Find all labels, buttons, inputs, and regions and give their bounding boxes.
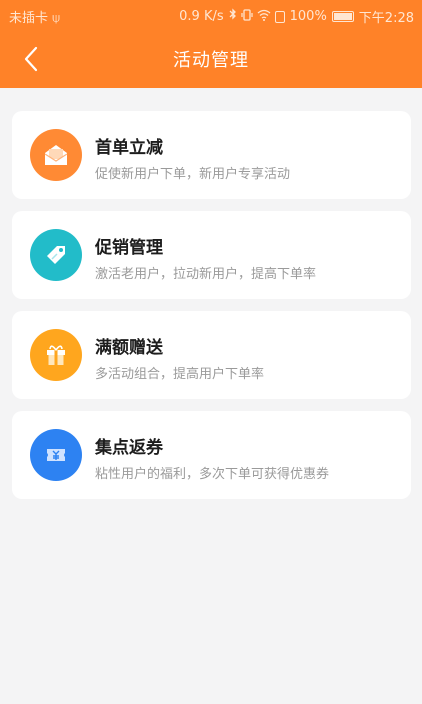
activity-card-promotion[interactable]: 促销管理 激活老用户，拉动新用户，提高下单率	[12, 211, 411, 299]
activity-desc: 粘性用户的福利，多次下单可获得优惠券	[95, 467, 330, 482]
activity-icon-badge	[30, 329, 82, 381]
nav-bar: 活动管理	[0, 30, 422, 88]
battery-icon	[331, 11, 354, 22]
battery-fill	[333, 13, 352, 20]
sim-icon	[274, 10, 285, 23]
status-icons	[229, 8, 285, 25]
activity-title: 促销管理	[95, 238, 163, 258]
status-bar: 未插卡 ⍦ 0.9 K/s 100% 下午2:28	[0, 0, 422, 30]
vibrate-icon	[241, 8, 253, 25]
envelope-icon	[44, 145, 68, 165]
activity-desc: 多活动组合，提高用户下单率	[95, 367, 265, 382]
activity-icon-badge	[30, 229, 82, 281]
activity-card-points[interactable]: 集点返券 粘性用户的福利，多次下单可获得优惠券	[12, 411, 411, 499]
carrier-label: 未插卡 ⍦	[9, 11, 60, 26]
network-speed: 0.9 K/s	[179, 9, 224, 24]
coupon-icon	[47, 449, 65, 461]
page-title: 活动管理	[173, 50, 249, 71]
activity-card-first-order[interactable]: 首单立减 促使新用户下单，新用户专享活动	[12, 111, 411, 199]
clock: 下午2:28	[358, 11, 414, 26]
status-right: 0.9 K/s 100% 下午2:28	[179, 7, 414, 26]
battery-percent: 100%	[289, 9, 327, 24]
bluetooth-icon	[229, 8, 237, 25]
activity-desc: 激活老用户，拉动新用户，提高下单率	[95, 267, 317, 282]
activity-list: 首单立减 促使新用户下单，新用户专享活动 促销管理 激活老用户，拉动新用户，提高…	[12, 111, 411, 511]
activity-icon-badge	[30, 429, 82, 481]
activity-desc: 促使新用户下单，新用户专享活动	[95, 167, 291, 182]
activity-title: 首单立减	[95, 138, 163, 158]
activity-card-gift[interactable]: 满额赠送 多活动组合，提高用户下单率	[12, 311, 411, 399]
wifi-icon	[257, 9, 271, 25]
app-header: 未插卡 ⍦ 0.9 K/s 100% 下午2:28 活动管理	[0, 0, 422, 88]
activity-title: 集点返券	[95, 438, 163, 458]
activity-icon-badge	[30, 129, 82, 181]
activity-title: 满额赠送	[95, 338, 163, 358]
gift-icon	[47, 345, 65, 365]
tag-icon	[47, 246, 65, 264]
